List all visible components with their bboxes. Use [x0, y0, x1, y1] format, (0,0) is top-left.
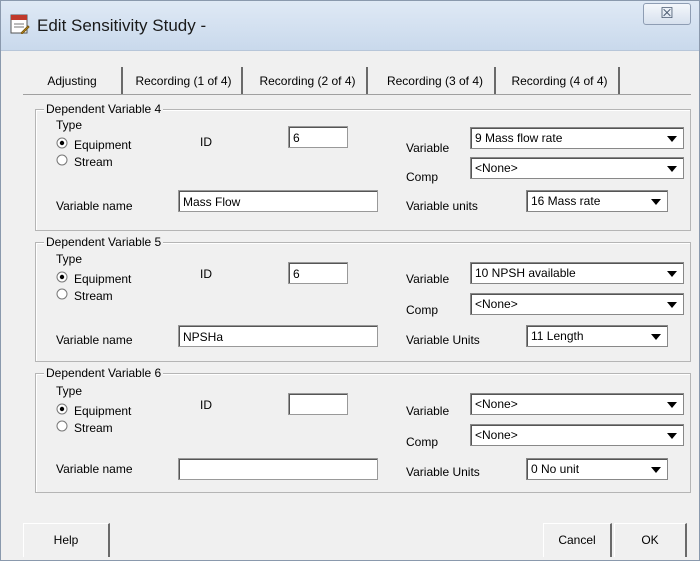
id-field[interactable] — [288, 393, 348, 415]
variable-units-dropdown[interactable]: 11 Length — [526, 325, 668, 347]
tab-label: Recording (2 of 4) — [259, 74, 356, 88]
help-button[interactable]: Help — [23, 523, 110, 557]
variable-units-dropdown[interactable]: 0 No unit — [526, 458, 668, 480]
chevron-down-icon — [667, 166, 677, 172]
variable-dropdown[interactable]: 9 Mass flow rate — [470, 127, 684, 149]
ok-button[interactable]: OK — [614, 523, 687, 557]
radio-equipment-label: Equipment — [74, 138, 132, 152]
dependent-variable-6-group: Dependent Variable 6 Type Equipment Stre… — [35, 366, 691, 493]
window-title: Edit Sensitivity Study - — [37, 16, 207, 35]
variable-value: 10 NPSH available — [475, 266, 576, 280]
chevron-down-icon — [667, 271, 677, 277]
type-label: Type — [56, 118, 83, 132]
id-field[interactable]: 6 — [288, 262, 348, 284]
radio-stream[interactable] — [56, 420, 68, 432]
chevron-down-icon — [651, 334, 661, 340]
variable-label: Variable — [406, 272, 450, 286]
radio-equipment[interactable] — [56, 403, 68, 415]
close-button[interactable]: ☒ — [643, 3, 691, 25]
chevron-down-icon — [667, 433, 677, 439]
comp-value: <None> — [475, 297, 518, 311]
units-value: 16 Mass rate — [531, 194, 601, 208]
comp-dropdown[interactable]: <None> — [470, 293, 684, 315]
radio-stream[interactable] — [56, 288, 68, 300]
study-document-icon — [10, 14, 30, 34]
variable-dropdown[interactable]: <None> — [470, 393, 684, 415]
tab-label: Recording (4 of 4) — [511, 74, 608, 88]
radio-stream[interactable] — [56, 154, 68, 166]
id-label: ID — [200, 398, 212, 412]
id-label: ID — [200, 267, 212, 281]
group-title: Dependent Variable 6 — [44, 366, 164, 380]
variable-name-field[interactable] — [178, 458, 378, 480]
variable-value: 9 Mass flow rate — [475, 131, 563, 145]
tab-label: Recording (1 of 4) — [135, 74, 232, 88]
variable-name-field[interactable]: Mass Flow — [178, 190, 378, 212]
variable-name-field[interactable]: NPSHa — [178, 325, 378, 347]
tab-label: Recording (3 of 4) — [386, 74, 484, 88]
comp-dropdown[interactable]: <None> — [470, 424, 684, 446]
variable-label: Variable — [406, 141, 450, 155]
variable-value: <None> — [475, 397, 518, 411]
comp-label: Comp — [406, 170, 439, 184]
radio-equipment[interactable] — [56, 137, 68, 149]
radio-equipment[interactable] — [56, 271, 68, 283]
comp-dropdown[interactable]: <None> — [470, 157, 684, 179]
chevron-down-icon — [667, 302, 677, 308]
variable-name-label: Variable name — [56, 333, 133, 347]
tab-label: Adjusting — [47, 74, 97, 88]
group-title: Dependent Variable 5 — [44, 235, 164, 249]
type-label: Type — [56, 384, 83, 398]
tab-recording-4[interactable]: Recording (4 of 4) — [501, 67, 620, 94]
variable-label: Variable — [406, 404, 450, 418]
variable-units-label: Variable Units — [406, 465, 480, 479]
radio-stream-label: Stream — [74, 421, 113, 435]
radio-stream-label: Stream — [74, 155, 113, 169]
chevron-down-icon — [667, 402, 677, 408]
dialog-window: Edit Sensitivity Study - ☒ Adjusting Rec… — [0, 0, 700, 561]
units-value: 0 No unit — [531, 462, 580, 476]
ok-button-label: OK — [641, 533, 659, 547]
chevron-down-icon — [667, 136, 677, 142]
id-label: ID — [200, 135, 212, 149]
id-field[interactable]: 6 — [288, 126, 348, 148]
cancel-button[interactable]: Cancel — [543, 523, 612, 557]
tab-adjusting[interactable]: Adjusting — [23, 67, 123, 94]
units-value: 11 Length — [531, 329, 584, 343]
variable-dropdown[interactable]: 10 NPSH available — [470, 262, 684, 284]
radio-equipment-label: Equipment — [74, 272, 132, 286]
cancel-button-label: Cancel — [558, 533, 596, 547]
tab-recording-3[interactable]: Recording (3 of 4) — [376, 67, 496, 94]
variable-units-dropdown[interactable]: 16 Mass rate — [526, 190, 668, 212]
comp-value: <None> — [475, 428, 518, 442]
type-label: Type — [56, 252, 83, 266]
help-button-label: Help — [53, 533, 79, 547]
close-icon: ☒ — [660, 5, 674, 22]
group-title: Dependent Variable 4 — [44, 102, 164, 116]
variable-name-label: Variable name — [56, 199, 133, 213]
comp-label: Comp — [406, 435, 439, 449]
dependent-variable-5-group: Dependent Variable 5 Type Equipment Stre… — [35, 235, 691, 362]
tab-recording-1[interactable]: Recording (1 of 4) — [126, 67, 243, 94]
radio-equipment-label: Equipment — [74, 404, 132, 418]
radio-stream-label: Stream — [74, 289, 113, 303]
variable-units-label: Variable units — [406, 199, 478, 213]
tab-strip-divider — [23, 94, 691, 95]
variable-units-label: Variable Units — [406, 333, 480, 347]
dialog-client-area: Adjusting Recording (1 of 4) Recording (… — [9, 51, 691, 557]
comp-value: <None> — [475, 161, 518, 175]
title-bar[interactable]: Edit Sensitivity Study - ☒ — [1, 1, 699, 51]
variable-name-label: Variable name — [56, 462, 133, 476]
chevron-down-icon — [651, 199, 661, 205]
chevron-down-icon — [651, 467, 661, 473]
dependent-variable-4-group: Dependent Variable 4 Type Equipment Stre… — [35, 102, 691, 231]
comp-label: Comp — [406, 303, 439, 317]
tab-recording-2[interactable]: Recording (2 of 4) — [249, 67, 368, 94]
